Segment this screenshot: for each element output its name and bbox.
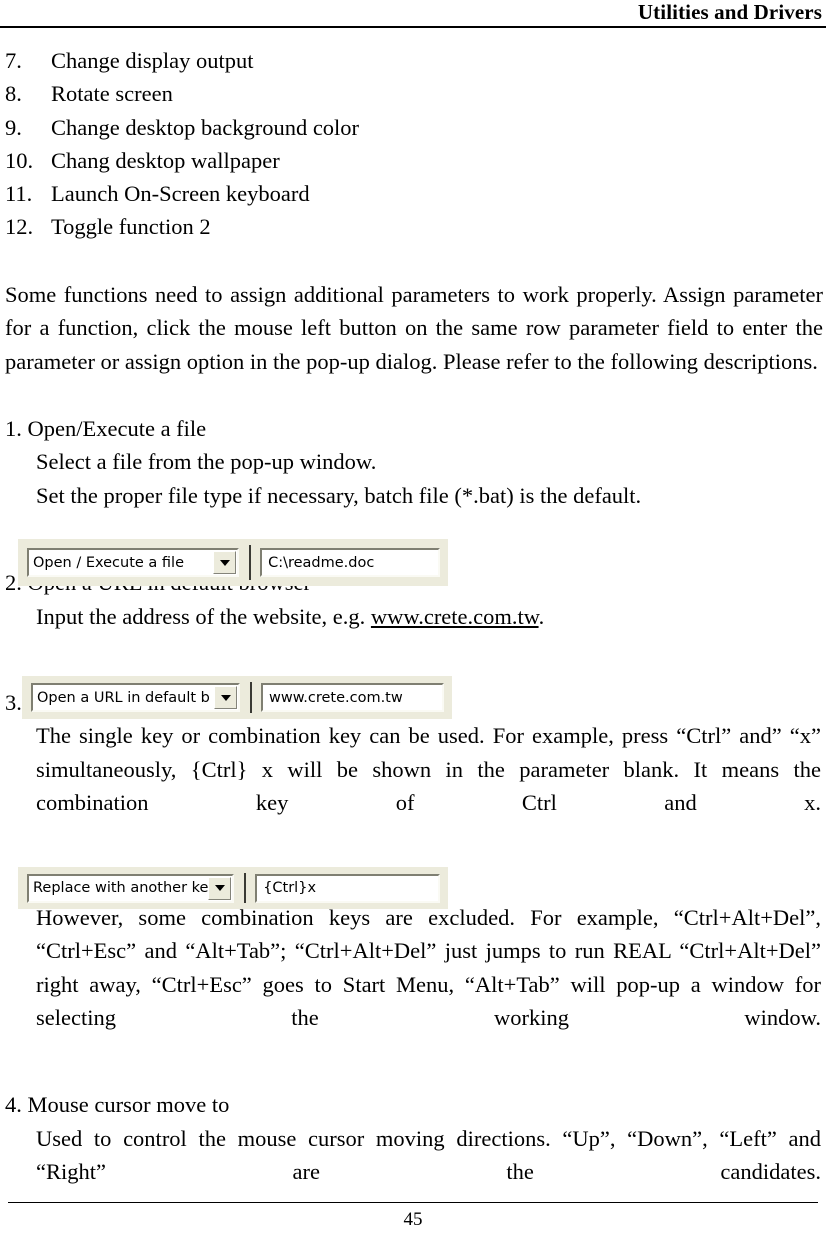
website-url-link[interactable]: www.crete.com.tw bbox=[371, 604, 539, 629]
list-item: 9. Change desktop background color bbox=[5, 111, 823, 144]
section-3-body: The single key or combination key can be… bbox=[36, 723, 821, 816]
column-divider bbox=[244, 873, 247, 903]
parameter-row-open-file: Open / Execute a file C:\readme.doc bbox=[18, 539, 448, 586]
column-divider bbox=[249, 545, 252, 580]
list-item-label: Rotate screen bbox=[51, 81, 173, 107]
section-2-line-1: Input the address of the website, e.g. w… bbox=[36, 600, 823, 633]
parameter-input-value: www.crete.com.tw bbox=[269, 689, 403, 706]
list-item: 12. Toggle function 2 bbox=[5, 210, 823, 243]
function-select-value: Open a URL in default b bbox=[37, 689, 210, 706]
list-item-number: 11. bbox=[5, 181, 33, 207]
document-page: Utilities and Drivers 7. Change display o… bbox=[0, 0, 826, 1249]
function-select-replace-key[interactable]: Replace with another ke bbox=[27, 873, 235, 903]
function-list: 7. Change display output 8. Rotate screen … bbox=[5, 44, 823, 244]
parameter-row-open-url: Open a URL in default b www.crete.com.tw bbox=[22, 676, 452, 719]
list-item: 8. Rotate screen bbox=[5, 77, 823, 110]
section-2-line-1-prefix: Input the address of the website, e.g. bbox=[36, 603, 371, 629]
function-select-open-url[interactable]: Open a URL in default b bbox=[31, 683, 240, 712]
list-item-label: Change desktop background color bbox=[51, 114, 360, 140]
chevron-down-icon[interactable] bbox=[208, 876, 232, 900]
screenshot-open-execute-file-row: Open / Execute a file C:\readme.doc bbox=[18, 539, 448, 586]
column-divider bbox=[250, 682, 252, 713]
list-item-label: Launch On-Screen keyboard bbox=[51, 181, 310, 207]
parameter-input-open-file[interactable]: C:\readme.doc bbox=[260, 548, 440, 577]
section-1-line-1: Select a file from the pop-up window. bbox=[36, 449, 377, 475]
list-item: 11. Launch On-Screen keyboard bbox=[5, 177, 823, 210]
list-item-label: Toggle function 2 bbox=[51, 214, 211, 240]
list-item-number: 8. bbox=[5, 81, 22, 107]
screenshot-replace-key-row: Replace with another ke {Ctrl}x bbox=[18, 867, 448, 909]
list-item-number: 7. bbox=[5, 48, 22, 73]
page-content: 7. Change display output 8. Rotate screen … bbox=[5, 44, 823, 1222]
section-3-body-after: However, some combination keys are exclu… bbox=[36, 905, 821, 1031]
footer-rule bbox=[8, 1202, 818, 1203]
page-header: Utilities and Drivers bbox=[0, 0, 826, 30]
page-footer: 45 bbox=[0, 1189, 826, 1249]
chevron-down-icon[interactable] bbox=[214, 686, 237, 709]
header-rule bbox=[0, 26, 826, 28]
section-2-line-1-suffix: . bbox=[538, 603, 545, 629]
section-1-line-2: Set the proper file type if necessary, b… bbox=[36, 482, 642, 508]
header-title: Utilities and Drivers bbox=[637, 0, 822, 24]
parameter-input-open-url[interactable]: www.crete.com.tw bbox=[261, 683, 444, 712]
list-item-number: 10. bbox=[5, 147, 34, 173]
parameter-input-value: C:\readme.doc bbox=[268, 554, 375, 571]
list-item-label: Change display output bbox=[51, 48, 254, 73]
page-number: 45 bbox=[403, 1209, 423, 1230]
parameter-row-replace-key: Replace with another ke {Ctrl}x bbox=[18, 867, 448, 909]
list-item-label: Chang desktop wallpaper bbox=[51, 147, 280, 173]
function-select-value: Open / Execute a file bbox=[33, 554, 185, 571]
list-item: 7. Change display output bbox=[5, 44, 823, 77]
list-item-number: 9. bbox=[5, 114, 22, 140]
screenshot-open-url-row: Open a URL in default b www.crete.com.tw bbox=[22, 676, 452, 719]
list-item: 10. Chang desktop wallpaper bbox=[5, 144, 823, 177]
section-4-heading: 4. Mouse cursor move to bbox=[5, 1092, 230, 1118]
section-1-heading: 1. Open/Execute a file bbox=[5, 416, 207, 441]
function-select-open-file[interactable]: Open / Execute a file bbox=[27, 548, 240, 577]
function-select-value: Replace with another ke bbox=[33, 880, 209, 896]
chevron-down-icon[interactable] bbox=[213, 551, 237, 574]
list-item-number: 12. bbox=[5, 214, 34, 240]
parameter-input-value: {Ctrl}x bbox=[263, 880, 317, 896]
parameter-input-replace-key[interactable]: {Ctrl}x bbox=[255, 873, 440, 903]
intro-paragraph: Some functions need to assign additional… bbox=[5, 281, 823, 374]
